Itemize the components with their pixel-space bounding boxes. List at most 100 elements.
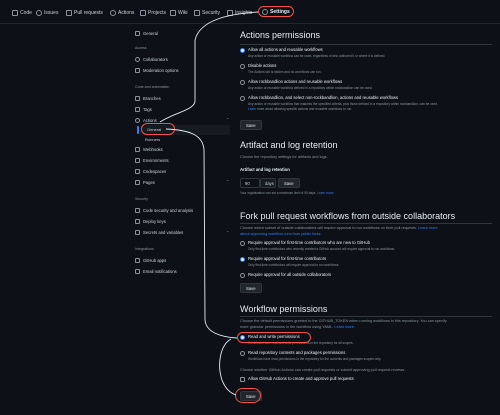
divider xyxy=(240,223,492,224)
insights-icon xyxy=(227,10,233,16)
chevron-down-icon[interactable]: ⌄ xyxy=(226,177,229,182)
sidebar-item-github-apps[interactable]: GitHub apps xyxy=(135,256,166,265)
option-desc-2: Learn more about allowing specific actio… xyxy=(248,107,353,111)
tab-insights[interactable]: Insights xyxy=(227,7,252,19)
sidebar-heading-code: Code and automation xyxy=(135,85,170,89)
radio-allow-all[interactable] xyxy=(240,48,245,53)
gear-icon xyxy=(135,31,140,36)
option-label: Allow rockbandlion actions and reusable … xyxy=(248,79,343,84)
highlight-actions-general xyxy=(141,123,175,135)
sidebar-item-tags[interactable]: Tags xyxy=(135,105,152,114)
radio-fork-new-to-github[interactable] xyxy=(240,241,245,246)
divider xyxy=(240,316,492,317)
comment-icon xyxy=(135,68,140,73)
tag-icon xyxy=(135,107,140,112)
tab-security[interactable]: Security xyxy=(194,7,220,19)
webhook-icon xyxy=(135,147,140,152)
radio-fork-first-time[interactable] xyxy=(240,257,245,262)
apps-icon xyxy=(135,258,140,263)
save-fork-button[interactable]: Save xyxy=(240,283,262,293)
option-label: Allow rockbandlion, and select non-rockb… xyxy=(248,95,399,100)
radio-disable-actions[interactable] xyxy=(240,64,245,69)
radio-fork-all-outside[interactable] xyxy=(240,273,245,278)
sidebar-item-pages[interactable]: Pages xyxy=(135,178,155,187)
sidebar-item-general[interactable]: General xyxy=(135,29,158,38)
mail-icon xyxy=(135,269,140,274)
actions-icon xyxy=(110,10,116,16)
security-icon xyxy=(194,10,200,16)
repo-nav: Code Issues Pull requests Actions Projec… xyxy=(0,0,500,24)
option-desc: Any action or reusable workflow that mat… xyxy=(248,102,438,106)
field-label: Artifact and log retention xyxy=(240,167,290,172)
checkbox-allow-pr[interactable] xyxy=(240,377,245,382)
page-title: Actions permissions xyxy=(240,30,321,40)
section-title-fork: Fork pull request workflows from outside… xyxy=(240,211,456,221)
chevron-up-icon[interactable]: ⌃ xyxy=(226,117,229,122)
sidebar-item-secrets[interactable]: Secrets and variables xyxy=(135,228,183,237)
sidebar-item-email-notifications[interactable]: Email notifications xyxy=(135,267,177,276)
days-suffix: days xyxy=(260,178,276,188)
section-desc: Choose the repository settings for artif… xyxy=(240,155,328,159)
option-label: Require approval for first-time contribu… xyxy=(248,240,370,245)
radio-allow-select[interactable] xyxy=(240,96,245,101)
sidebar-item-webhooks[interactable]: Webhooks xyxy=(135,145,163,154)
learn-link[interactable]: Learn xyxy=(248,107,256,111)
sidebar-item-environments[interactable]: Environments xyxy=(135,156,169,165)
sidebar-item-code-security[interactable]: Code security and analysis xyxy=(135,206,193,215)
chevron-down-icon[interactable]: ⌄ xyxy=(226,228,229,233)
sidebar-heading-integrations: Integrations xyxy=(135,247,154,251)
option-desc: Workflows have read permissions in the r… xyxy=(248,357,382,361)
save-button[interactable]: Save xyxy=(240,120,262,130)
sidebar-selected-indicator xyxy=(137,126,139,134)
settings-page: Code Issues Pull requests Actions Projec… xyxy=(0,0,500,415)
sidebar-item-deploy-keys[interactable]: Deploy keys xyxy=(135,217,166,226)
sidebar-item-branches[interactable]: Branches xyxy=(135,94,161,103)
option-desc: The Actions tab is hidden and no workflo… xyxy=(248,70,322,74)
save-retention-button[interactable]: Save xyxy=(278,178,300,188)
browser-icon xyxy=(135,180,140,185)
sidebar-item-codespaces[interactable]: Codespaces xyxy=(135,167,166,176)
sidebar-heading-access: Access xyxy=(135,46,147,50)
option-desc: Only first-time contributors will requir… xyxy=(248,263,340,267)
projects-icon xyxy=(140,10,146,16)
tab-issues[interactable]: Issues xyxy=(36,7,58,19)
retention-days-input[interactable]: 90 xyxy=(240,178,260,188)
sidebar-heading-security: Security xyxy=(135,197,148,201)
issue-icon xyxy=(36,10,42,16)
sidebar-item-runners[interactable]: Runners xyxy=(145,137,160,142)
people-icon xyxy=(135,57,140,62)
option-desc: Any action or reusable workflow can be u… xyxy=(248,54,386,58)
option-label: Disable actions xyxy=(248,63,277,68)
retention-note: Your organization can set a maximum limi… xyxy=(240,191,335,195)
option-label: Require approval for first-time contribu… xyxy=(248,256,327,261)
asterisk-icon xyxy=(135,230,140,235)
tab-pull-requests[interactable]: Pull requests xyxy=(66,7,103,19)
radio-allow-owner[interactable] xyxy=(240,80,245,85)
sidebar-item-collaborators[interactable]: Collaborators xyxy=(135,55,168,64)
branch-icon xyxy=(135,96,140,101)
gear-icon xyxy=(262,8,268,15)
section-desc-link: about approving workflow runs from publi… xyxy=(240,232,322,236)
key-icon xyxy=(135,219,140,224)
radio-read-only[interactable] xyxy=(240,351,245,356)
tab-wiki[interactable]: Wiki xyxy=(170,7,187,19)
wiki-icon xyxy=(170,10,176,16)
codespaces-icon xyxy=(135,169,140,174)
tab-actions[interactable]: Actions xyxy=(110,7,134,19)
tab-projects[interactable]: Projects xyxy=(140,7,166,19)
option-label: Require approval for all outside collabo… xyxy=(248,272,332,277)
section-desc-2: more granular permissions in the workflo… xyxy=(240,325,355,329)
option-desc: Any action or reusable workflow defined … xyxy=(248,86,373,90)
option-label: Read repository contents and packages pe… xyxy=(248,350,346,355)
divider xyxy=(240,44,492,45)
sidebar-item-moderation[interactable]: Moderation options xyxy=(135,66,179,75)
tab-settings[interactable]: Settings xyxy=(258,6,294,17)
pull-request-icon xyxy=(66,10,72,16)
section-title-artifact: Artifact and log retention xyxy=(240,140,338,150)
pr-desc: Choose whether GitHub Actions can create… xyxy=(240,368,406,372)
highlight-save xyxy=(235,388,261,403)
shield-icon xyxy=(135,208,140,213)
highlight-read-write xyxy=(237,332,311,343)
section-title-workflow: Workflow permissions xyxy=(240,304,328,314)
tab-code[interactable]: Code xyxy=(12,7,32,19)
